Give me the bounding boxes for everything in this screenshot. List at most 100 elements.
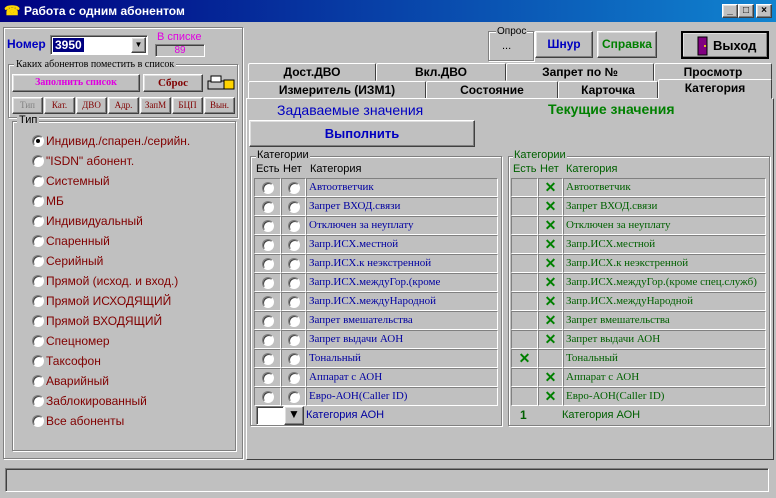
type-radio[interactable]	[32, 275, 44, 287]
no-radio[interactable]	[288, 182, 300, 194]
type-radio-label[interactable]: Все абоненты	[46, 414, 124, 428]
yes-cell	[254, 197, 281, 216]
type-radio-label[interactable]: Индивид./спарен./серийн.	[46, 134, 190, 148]
type-radio-label[interactable]: Заблокированный	[46, 394, 147, 408]
small-tab-bcp[interactable]: БЦП	[172, 97, 203, 114]
small-tab-cat[interactable]: Кат.	[44, 97, 75, 114]
type-radio[interactable]	[32, 395, 44, 407]
yes-radio[interactable]	[262, 277, 274, 289]
execute-button[interactable]: Выполнить	[249, 120, 475, 147]
type-radio-label[interactable]: Серийный	[46, 254, 103, 268]
type-radio[interactable]	[32, 255, 44, 267]
shnur-button[interactable]: Шнур	[535, 31, 593, 58]
minimize-button[interactable]: _	[722, 4, 738, 18]
help-button[interactable]: Справка	[597, 31, 657, 58]
no-cell	[281, 216, 306, 235]
yes-radio[interactable]	[262, 220, 274, 232]
printer-icon[interactable]	[206, 74, 236, 92]
no-radio[interactable]	[288, 372, 300, 384]
yes-radio[interactable]	[262, 391, 274, 403]
type-radio-label[interactable]: МБ	[46, 194, 64, 208]
tab-izmeritel[interactable]: Измеритель (ИЗМ1)	[248, 81, 426, 99]
chevron-down-icon[interactable]: ▼	[131, 37, 146, 53]
type-radio[interactable]	[32, 375, 44, 387]
yes-cell	[254, 387, 281, 406]
no-radio[interactable]	[288, 201, 300, 213]
set-category-row: Запрет выдачи АОН	[254, 330, 498, 349]
yes-radio[interactable]	[262, 315, 274, 327]
reset-button[interactable]: Сброс	[143, 74, 203, 92]
no-mark: ✕	[538, 197, 563, 216]
number-combobox[interactable]: 3950 ▼	[50, 35, 148, 55]
no-radio[interactable]	[288, 258, 300, 270]
yes-radio[interactable]	[262, 201, 274, 213]
yes-radio[interactable]	[262, 334, 274, 346]
yes-radio[interactable]	[262, 353, 274, 365]
type-radio[interactable]	[32, 295, 44, 307]
type-radio-label[interactable]: Аварийный	[46, 374, 109, 388]
type-radio[interactable]	[32, 195, 44, 207]
yes-cell	[254, 368, 281, 387]
aon-category-input[interactable]	[256, 406, 284, 425]
tab-dost-dvo[interactable]: Дост.ДВО	[248, 63, 376, 81]
no-radio[interactable]	[288, 391, 300, 403]
type-radio-label[interactable]: Таксофон	[46, 354, 101, 368]
yes-radio[interactable]	[262, 182, 274, 194]
no-radio[interactable]	[288, 239, 300, 251]
type-radio[interactable]	[32, 155, 44, 167]
no-radio[interactable]	[288, 277, 300, 289]
type-radio-label[interactable]: Индивидуальный	[46, 214, 143, 228]
no-radio[interactable]	[288, 220, 300, 232]
col-yes-header-current: Есть	[513, 163, 537, 175]
type-radio[interactable]	[32, 215, 44, 227]
maximize-button[interactable]: □	[738, 4, 754, 18]
type-radio-label[interactable]: Прямой ИСХОДЯЩИЙ	[46, 294, 171, 308]
small-tab-zapn[interactable]: ЗапМ	[140, 97, 171, 114]
category-name: Евро-АОН(Caller ID)	[306, 387, 498, 406]
type-radio[interactable]	[32, 355, 44, 367]
small-tab-out[interactable]: Вын.	[204, 97, 235, 114]
tab-kartochka[interactable]: Карточка	[558, 81, 658, 99]
tab-zapret-no[interactable]: Запрет по №	[506, 63, 654, 81]
type-radio[interactable]	[32, 315, 44, 327]
yes-radio[interactable]	[262, 296, 274, 308]
current-category-row: ✕ Тональный	[511, 349, 766, 368]
yes-radio[interactable]	[262, 372, 274, 384]
no-mark	[538, 349, 563, 368]
type-radio-label[interactable]: Спецномер	[46, 334, 110, 348]
exit-button[interactable]: Выход	[681, 31, 769, 59]
type-radio[interactable]	[32, 335, 44, 347]
yes-radio[interactable]	[262, 239, 274, 251]
chevron-down-icon[interactable]: ▼	[284, 406, 304, 425]
type-radio-label[interactable]: Системный	[46, 174, 110, 188]
yes-cell	[254, 311, 281, 330]
set-category-row: Отключен за неуплату	[254, 216, 498, 235]
no-radio[interactable]	[288, 353, 300, 365]
current-category-name: Запрет выдачи АОН	[563, 330, 766, 349]
type-radio-label[interactable]: Спаренный	[46, 234, 110, 248]
yes-radio[interactable]	[262, 258, 274, 270]
type-radio-label[interactable]: "ISDN" абонент.	[46, 154, 134, 168]
small-tab-addr[interactable]: Адр.	[108, 97, 139, 114]
tab-kategoriya[interactable]: Категория	[658, 79, 772, 99]
category-name: Запрет вмешательства	[306, 311, 498, 330]
category-name: Автоответчик	[306, 178, 498, 197]
type-radio[interactable]	[32, 235, 44, 247]
small-tab-type[interactable]: Тип	[12, 97, 43, 114]
current-category-name: Тональный	[563, 349, 766, 368]
tab-vkl-dvo[interactable]: Вкл.ДВО	[376, 63, 506, 81]
fill-list-button[interactable]: Заполнить список	[12, 74, 140, 92]
type-radio[interactable]	[32, 415, 44, 427]
type-radio[interactable]	[32, 135, 44, 147]
close-button[interactable]: ×	[756, 4, 772, 18]
type-radio-label[interactable]: Прямой ВХОДЯЩИЙ	[46, 314, 162, 328]
type-radio-label[interactable]: Прямой (исход. и вход.)	[46, 274, 178, 288]
no-radio[interactable]	[288, 296, 300, 308]
type-radio[interactable]	[32, 175, 44, 187]
no-radio[interactable]	[288, 315, 300, 327]
small-tab-dvo[interactable]: ДВО	[76, 97, 107, 114]
no-radio[interactable]	[288, 334, 300, 346]
door-icon	[695, 36, 709, 56]
tab-sostoyanie[interactable]: Состояние	[426, 81, 558, 99]
current-category-name: Запр.ИСХ.междуНародной	[563, 292, 766, 311]
